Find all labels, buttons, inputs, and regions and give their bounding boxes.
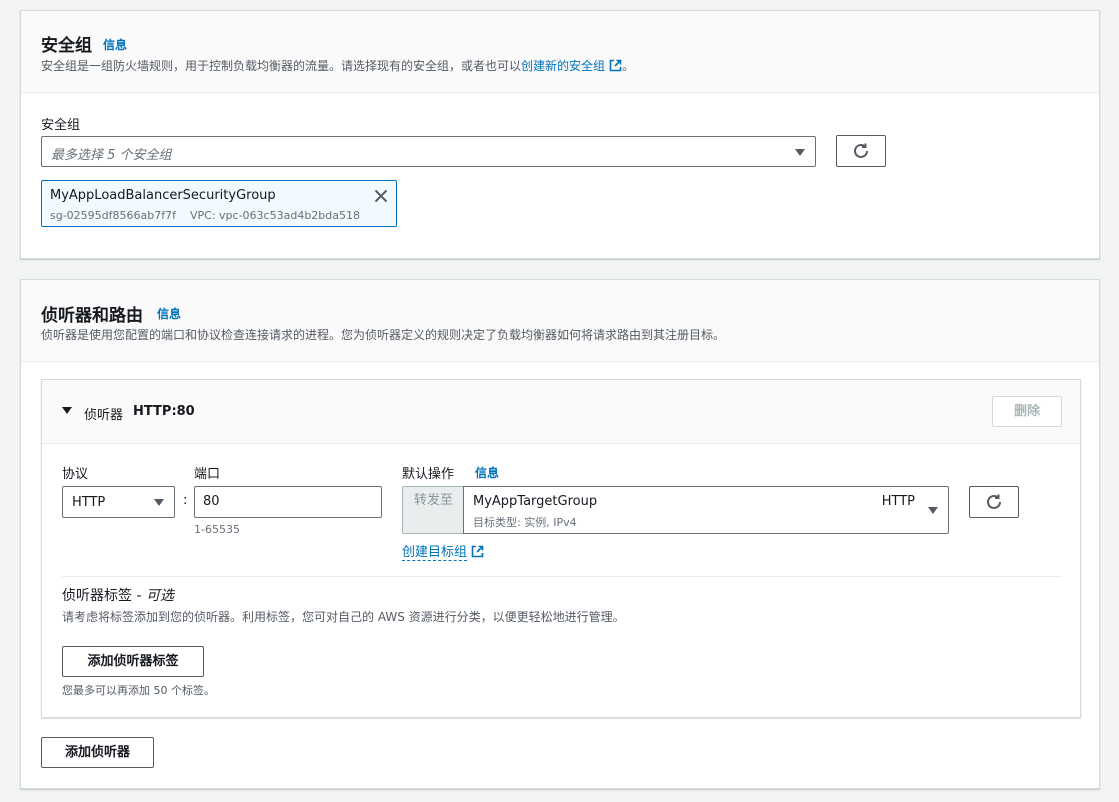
create-target-group-link-wrap[interactable]: 创建目标组 (402, 541, 484, 562)
selected-security-group-token: MyAppLoadBalancerSecurityGroup sg-02595d… (41, 180, 397, 227)
target-group-protocol: HTTP (881, 494, 915, 509)
default-action-label: 默认操作 (402, 467, 455, 482)
port-input[interactable]: 80 (194, 486, 382, 518)
listener-tags-description: 请考虑将标签添加到您的侦听器。利用标签，您可对自己的 AWS 资源进行分类，以便… (62, 610, 625, 624)
listener-header[interactable]: 侦听器 HTTP:80 删除 (42, 380, 1080, 444)
protocol-port-separator: : (183, 493, 188, 508)
token-group-details: sg-02595df8566ab7f7f VPC: vpc-063c53ad4b… (50, 209, 360, 222)
listeners-description: 侦听器是使用您配置的端口和协议检查连接请求的进程。您为侦听器定义的规则决定了负载… (41, 328, 726, 342)
create-target-group-link[interactable]: 创建目标组 (402, 545, 468, 561)
security-group-description: 安全组是一组防火墙规则，用于控制负载均衡器的流量。请选择现有的安全组，或者也可以… (41, 59, 635, 75)
tag-limit-note: 您最多可以再添加 50 个标签。 (62, 684, 215, 697)
security-group-info-link[interactable]: 信息 (103, 36, 127, 53)
listener-header-name: HTTP:80 (133, 404, 195, 419)
security-group-panel: 安全组 信息 安全组是一组防火墙规则，用于控制负载均衡器的流量。请选择现有的安全… (20, 10, 1100, 259)
security-group-select[interactable]: 最多选择 5 个安全组 (41, 136, 816, 167)
protocol-label: 协议 (62, 467, 89, 482)
token-group-name: MyAppLoadBalancerSecurityGroup (50, 188, 276, 203)
external-link-icon[interactable] (471, 545, 484, 562)
refresh-icon (987, 494, 1001, 509)
protocol-select[interactable]: HTTP (62, 486, 175, 518)
listeners-panel: 侦听器和路由 信息 侦听器是使用您配置的端口和协议检查连接请求的进程。您为侦听器… (20, 279, 1100, 789)
security-group-header: 安全组 信息 安全组是一组防火墙规则，用于控制负载均衡器的流量。请选择现有的安全… (21, 11, 1099, 93)
port-label: 端口 (194, 467, 221, 482)
close-icon[interactable] (374, 189, 388, 207)
listener-tags-title: 侦听器标签 - 可选 (62, 588, 174, 604)
target-group-name: MyAppTargetGroup (473, 494, 598, 509)
create-security-group-link[interactable]: 创建新的安全组 (521, 59, 605, 73)
refresh-icon (854, 143, 868, 158)
target-group-select[interactable]: MyAppTargetGroup 目标类型: 实例, IPv4 HTTP (463, 486, 949, 534)
add-listener-tag-button[interactable]: 添加侦听器标签 (62, 646, 204, 677)
refresh-security-groups-button[interactable] (836, 135, 886, 167)
target-group-type: 目标类型: 实例, IPv4 (473, 516, 577, 529)
protocol-select-value: HTTP (72, 495, 106, 510)
caret-down-icon[interactable] (62, 407, 72, 414)
port-range-hint: 1-65535 (194, 523, 240, 536)
remove-listener-button[interactable]: 删除 (992, 396, 1062, 427)
refresh-target-groups-button[interactable] (969, 486, 1019, 518)
add-listener-button[interactable]: 添加侦听器 (41, 737, 154, 768)
security-group-field-label: 安全组 (41, 118, 81, 133)
security-group-title: 安全组 (41, 36, 92, 56)
listener-http-80-panel: 侦听器 HTTP:80 删除 协议 HTTP : 端口 80 1-65535 默… (41, 379, 1081, 718)
listener-header-prefix: 侦听器 (84, 408, 124, 423)
external-link-icon[interactable] (609, 59, 622, 75)
listeners-header: 侦听器和路由 信息 侦听器是使用您配置的端口和协议检查连接请求的进程。您为侦听器… (21, 280, 1099, 362)
caret-down-icon (154, 499, 164, 506)
default-action-info-link[interactable]: 信息 (475, 464, 499, 481)
listeners-title: 侦听器和路由 (41, 306, 143, 326)
listeners-info-link[interactable]: 信息 (157, 305, 181, 322)
caret-down-icon (928, 507, 938, 514)
forward-to-addon: 转发至 (402, 486, 464, 534)
security-group-select-placeholder: 最多选择 5 个安全组 (51, 148, 172, 163)
listener-divider (62, 576, 1062, 577)
caret-down-icon (795, 149, 805, 156)
